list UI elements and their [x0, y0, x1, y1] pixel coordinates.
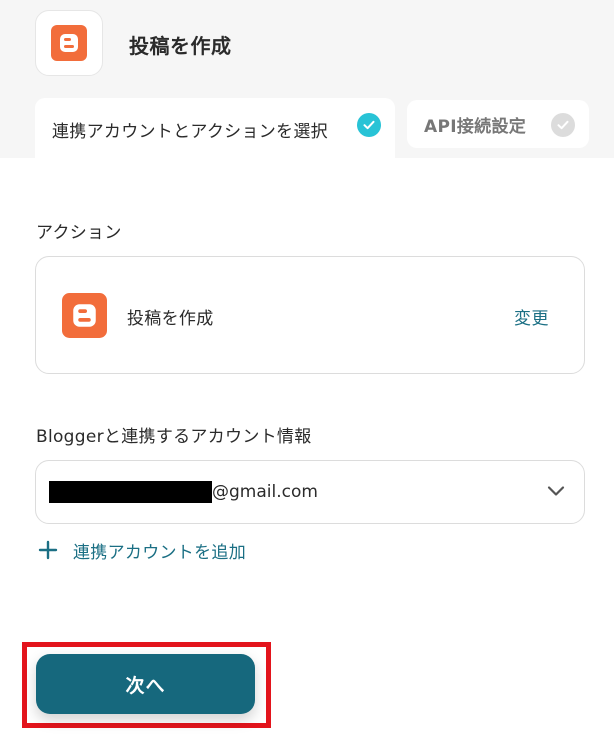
add-account-button[interactable]: 連携アカウントを追加 — [38, 537, 246, 563]
app-icon-container — [35, 10, 103, 76]
page-title: 投稿を作成 — [129, 34, 232, 58]
action-card: 投稿を作成 変更 — [35, 256, 585, 374]
account-select[interactable]: @gmail.com — [35, 460, 585, 524]
blogger-icon — [62, 293, 107, 338]
action-name: 投稿を作成 — [127, 309, 214, 329]
account-email-suffix: @gmail.com — [212, 482, 318, 502]
next-button[interactable]: 次へ — [36, 654, 255, 714]
action-section-label: アクション — [36, 223, 122, 243]
plus-icon — [38, 540, 58, 560]
tab-api-settings[interactable]: API接続設定 — [407, 100, 589, 148]
tab-label: 連携アカウントとアクションを選択 — [52, 121, 328, 142]
change-action-link[interactable]: 変更 — [514, 304, 549, 329]
header: 投稿を作成 連携アカウントとアクションを選択 API接続設定 — [0, 0, 614, 160]
check-circle-icon — [551, 113, 575, 137]
chevron-down-icon — [547, 486, 565, 496]
next-button-label: 次へ — [125, 674, 166, 697]
add-account-label: 連携アカウントを追加 — [73, 542, 246, 563]
redacted-email-local-part — [49, 481, 212, 503]
account-section-label: Bloggerと連携するアカウント情報 — [36, 427, 312, 447]
check-circle-icon — [357, 113, 381, 137]
tab-label: API接続設定 — [424, 116, 527, 137]
blogger-icon — [51, 25, 87, 61]
tab-select-account-action[interactable]: 連携アカウントとアクションを選択 — [35, 98, 395, 160]
